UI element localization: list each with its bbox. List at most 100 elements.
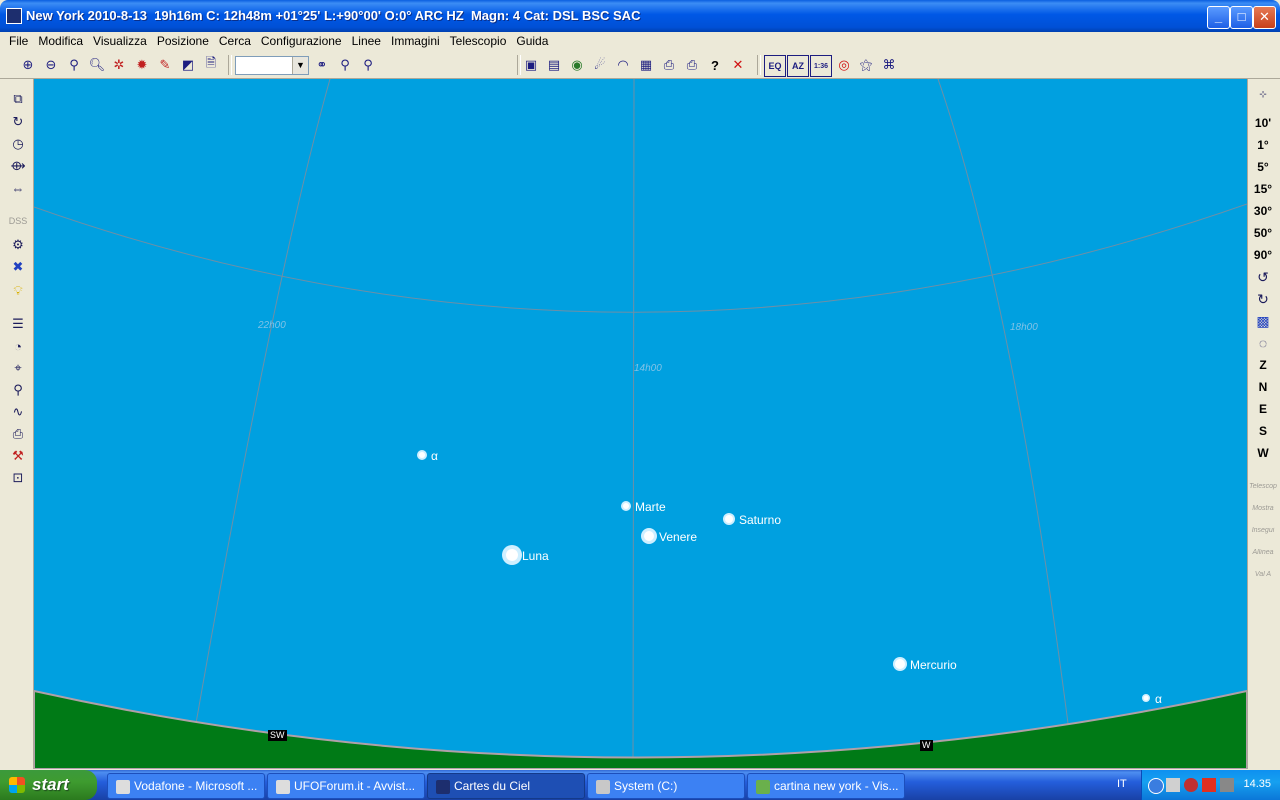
menu-telescopio[interactable]: Telescopio <box>445 32 512 51</box>
menu-posizione[interactable]: Posizione <box>152 32 214 51</box>
venus-label[interactable]: Venere <box>659 530 697 544</box>
magnifier-icon[interactable]: 🔍︎ <box>87 55 107 75</box>
lock-icon[interactable]: ⊡ <box>8 469 28 487</box>
close-chart-icon[interactable]: ✕ <box>728 55 748 75</box>
grid-view-icon[interactable]: ▩ <box>1253 313 1273 331</box>
planets-icon[interactable]: ✲ <box>109 55 129 75</box>
rotate-icon[interactable]: ⟴ <box>8 157 28 175</box>
menu-immagini[interactable]: Immagini <box>386 32 445 51</box>
copy-icon[interactable]: ⧉ <box>8 90 28 108</box>
compass-icon[interactable]: ◔ <box>8 337 28 355</box>
menu-visualizza[interactable]: Visualizza <box>88 32 152 51</box>
fov-90deg-button[interactable]: 90° <box>1248 248 1278 262</box>
fov-15deg-button[interactable]: 15° <box>1248 182 1278 196</box>
refresh-icon[interactable]: ↻ <box>8 113 28 131</box>
invert-colors-icon[interactable]: ◩ <box>178 55 198 75</box>
mercury-label[interactable]: Mercurio <box>910 658 957 672</box>
fov-dropdown[interactable]: ▼ <box>235 56 309 75</box>
rotate-right-icon[interactable]: ↻ <box>1253 291 1273 309</box>
target-icon[interactable]: ◎ <box>834 55 854 75</box>
antivirus-icon[interactable] <box>1184 778 1198 792</box>
sun-icon[interactable]: ✹ <box>132 55 152 75</box>
zoom-minus-icon[interactable]: ⚲ <box>358 55 378 75</box>
grid-icon[interactable]: 1:36 <box>810 55 832 77</box>
menu-cerca[interactable]: Cerca <box>214 32 256 51</box>
taskbar: start Vodafone - Microsoft ... UFOForum.… <box>0 770 1280 800</box>
menu-configurazione[interactable]: Configurazione <box>256 32 347 51</box>
tools-icon[interactable]: ⚒ <box>8 447 28 465</box>
fov-5deg-button[interactable]: 5° <box>1248 160 1278 174</box>
menu-linee[interactable]: Linee <box>347 32 386 51</box>
print-setup-icon[interactable]: ⎙ <box>682 55 702 75</box>
close-button[interactable]: ✕ <box>1253 6 1276 29</box>
calendar-icon[interactable]: ▦ <box>636 55 656 75</box>
flip-icon[interactable]: ⇔ <box>8 179 28 197</box>
grid-label-22h: 22h00 <box>258 320 286 331</box>
zoom-out-icon[interactable]: ⊖ <box>41 55 61 75</box>
chevron-left-icon[interactable] <box>1148 778 1164 794</box>
start-button[interactable]: start <box>0 770 97 800</box>
fov-10arcmin-button[interactable]: 10' <box>1248 116 1278 130</box>
eq-grid-icon[interactable]: EQ <box>764 55 786 77</box>
save-icon[interactable]: ▣ <box>521 55 541 75</box>
horizon-icon[interactable]: ◌ <box>1253 335 1273 353</box>
taskbar-item-cartina[interactable]: cartina new york - Vis... <box>747 773 905 799</box>
sky-chart[interactable]: 22h00 14h00 18h00 α Marte Saturno Venere… <box>34 79 1247 769</box>
zoom-window-icon[interactable]: ⚲ <box>64 55 84 75</box>
fov-50deg-button[interactable]: 50° <box>1248 226 1278 240</box>
zoom-in-icon[interactable]: ⊕ <box>18 55 38 75</box>
taskbar-item-system-c[interactable]: System (C:) <box>587 773 745 799</box>
line-icon[interactable]: ∿ <box>8 403 28 421</box>
monitor-icon[interactable] <box>1220 778 1234 792</box>
earth-icon[interactable]: ◉ <box>567 55 587 75</box>
taskbar-item-ufoforum[interactable]: UFOForum.it - Avvist... <box>267 773 425 799</box>
galaxy-icon[interactable]: ✖ <box>8 258 28 276</box>
printer-icon[interactable]: ⎙ <box>8 425 28 443</box>
chevron-down-icon[interactable]: ▼ <box>292 57 308 74</box>
view-east-button[interactable]: E <box>1248 402 1278 416</box>
fov-30deg-button[interactable]: 30° <box>1248 204 1278 218</box>
star-alpha-2 <box>1143 695 1149 701</box>
taskbar-item-vodafone[interactable]: Vodafone - Microsoft ... <box>107 773 265 799</box>
menu-guida[interactable]: Guida <box>511 32 553 51</box>
menu-modifica[interactable]: Modifica <box>33 32 88 51</box>
acrobat-icon[interactable] <box>1202 778 1216 792</box>
notes-icon[interactable]: ▤ <box>544 55 564 75</box>
print-icon[interactable]: ⎙ <box>659 55 679 75</box>
compass-rose-icon[interactable]: ⊹ <box>1253 89 1273 107</box>
view-zenith-button[interactable]: Z <box>1248 358 1278 372</box>
taskbar-item-cartes-du-ciel[interactable]: Cartes du Ciel <box>427 773 585 799</box>
view-south-button[interactable]: S <box>1248 424 1278 438</box>
constellation-boundary-icon[interactable]: ⌘ <box>879 55 899 75</box>
telescope-icon[interactable]: ⌖ <box>8 359 28 377</box>
binoculars-icon[interactable]: ⚭ <box>312 55 332 75</box>
comet-icon[interactable]: ☄ <box>590 55 610 75</box>
language-indicator[interactable]: IT <box>1117 778 1127 790</box>
help-icon[interactable]: ? <box>705 55 725 75</box>
moon-label[interactable]: Luna <box>522 549 549 563</box>
constellation-icon[interactable]: ⚝ <box>856 55 876 75</box>
search-catalog-icon[interactable]: ⚲ <box>8 381 28 399</box>
maximize-button[interactable]: □ <box>1230 6 1253 29</box>
saturn-label[interactable]: Saturno <box>739 513 781 527</box>
lightbulb-icon[interactable]: 💡︎ <box>8 282 28 300</box>
objects-icon[interactable]: ✎ <box>155 55 175 75</box>
observatory-icon[interactable]: ◠ <box>613 55 633 75</box>
view-north-button[interactable]: N <box>1248 380 1278 394</box>
image-icon[interactable]: ⚙ <box>8 236 28 254</box>
star-alpha-label[interactable]: α <box>431 449 438 463</box>
network-icon[interactable] <box>1166 778 1180 792</box>
list-icon[interactable]: ☰ <box>8 315 28 333</box>
rotate-left-icon[interactable]: ↺ <box>1253 269 1273 287</box>
menu-file[interactable]: File <box>4 32 33 51</box>
new-chart-icon[interactable]: 🗎︎ <box>201 55 221 75</box>
star-alpha-label[interactable]: α <box>1155 692 1162 706</box>
az-grid-icon[interactable]: AZ <box>787 55 809 77</box>
view-west-button[interactable]: W <box>1248 446 1278 460</box>
minimize-button[interactable]: _ <box>1207 6 1230 29</box>
fov-1deg-button[interactable]: 1° <box>1248 138 1278 152</box>
zoom-plus-icon[interactable]: ⚲ <box>335 55 355 75</box>
mars-label[interactable]: Marte <box>635 500 666 514</box>
clock-icon[interactable]: ◷ <box>8 135 28 153</box>
track-dim-label: Insegui <box>1251 527 1275 534</box>
